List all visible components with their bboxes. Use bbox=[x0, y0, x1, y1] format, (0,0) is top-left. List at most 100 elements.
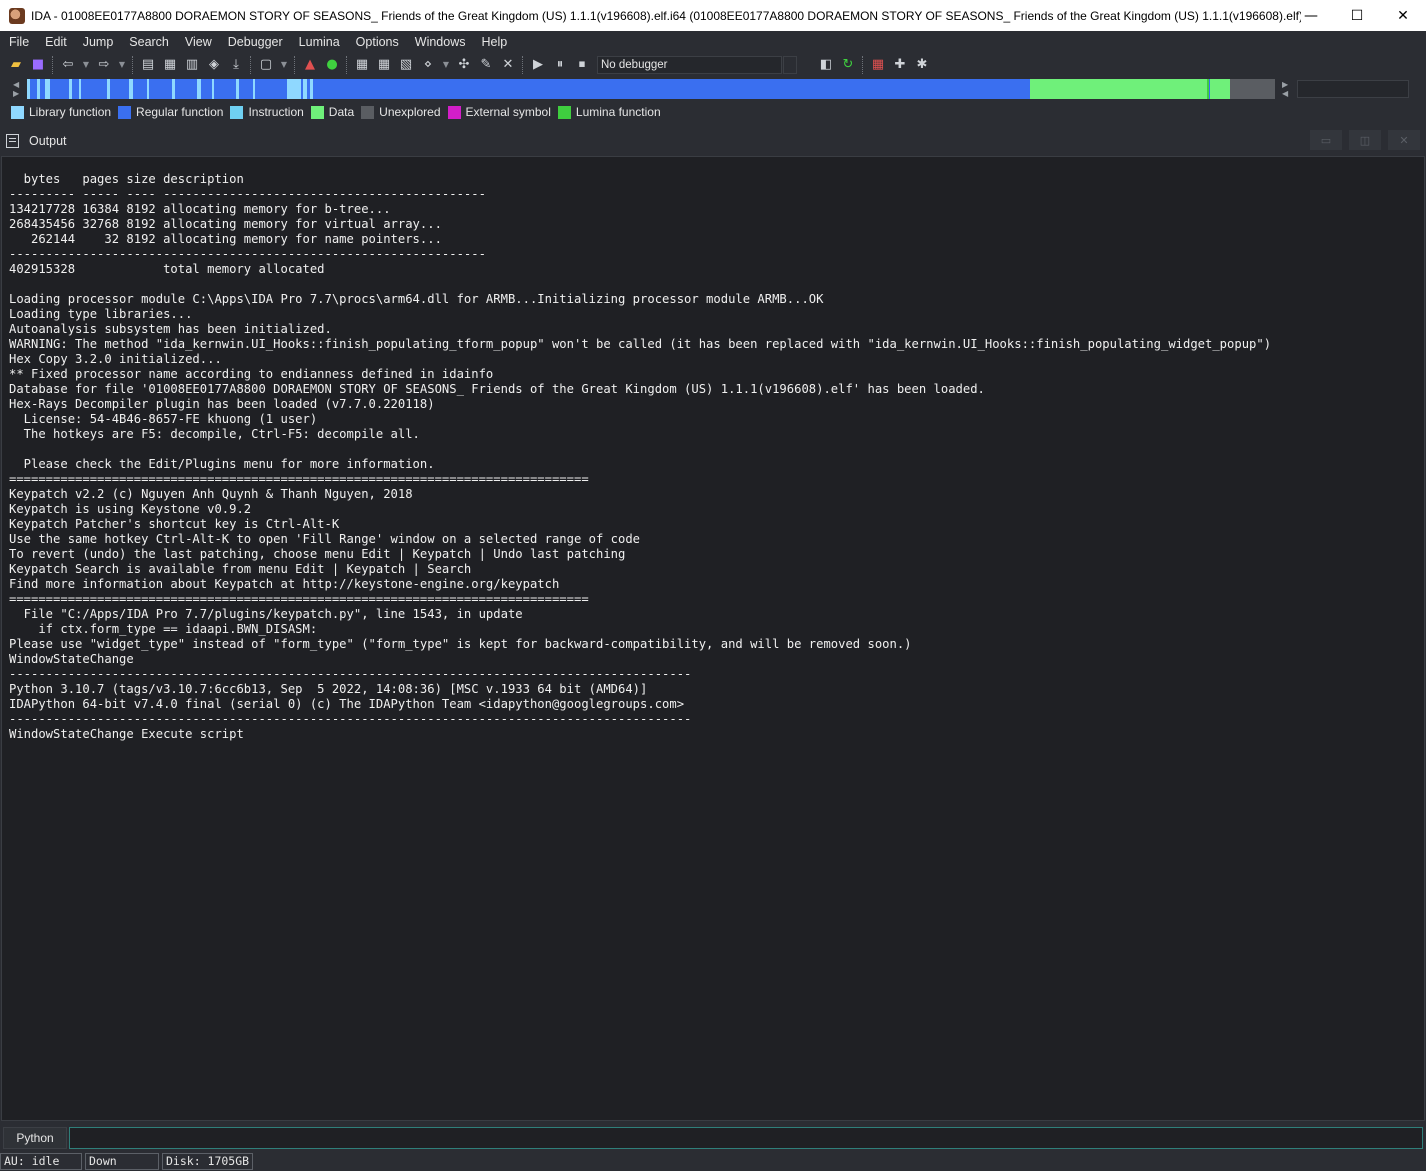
output-window-icon bbox=[6, 134, 19, 148]
structures-icon[interactable]: ▥ bbox=[183, 56, 201, 74]
menu-options[interactable]: Options bbox=[348, 35, 407, 49]
output-panel-header: Output ▭ ◫ ✕ bbox=[0, 128, 1426, 154]
toolbar: ▰ ■ ⇦ ▼ ⇨ ▼ ▤ ▦ ▥ ◈ ⤓ ▢ ▼ ▲ ● ▦ ▦ ▧ ⋄ ▼ … bbox=[0, 52, 1426, 77]
toolbar-separator bbox=[250, 55, 252, 74]
menu-lumina[interactable]: Lumina bbox=[291, 35, 348, 49]
nav-segment-data bbox=[1210, 79, 1230, 99]
nav-segment bbox=[253, 79, 255, 99]
menu-file[interactable]: File bbox=[0, 35, 37, 49]
menu-view[interactable]: View bbox=[177, 35, 220, 49]
autoanalysis-status: AU: idle bbox=[0, 1153, 82, 1170]
legend-swatch bbox=[11, 105, 24, 119]
warning-icon[interactable]: ▲ bbox=[301, 56, 319, 74]
legend-instruction: Instruction bbox=[230, 105, 304, 119]
list-icon[interactable]: ▤ bbox=[139, 56, 157, 74]
window-controls: — ☐ ✕ bbox=[1288, 0, 1426, 31]
ida-app-icon bbox=[9, 7, 25, 24]
nav-scroll-left-icon[interactable]: ◀ ▶ bbox=[13, 80, 19, 98]
cli-language-button[interactable]: Python bbox=[3, 1127, 67, 1149]
panel-close-icon[interactable]: ✕ bbox=[1388, 130, 1420, 150]
jump-down-icon[interactable]: ⤓ bbox=[227, 56, 245, 74]
attach-process-icon[interactable]: ◧ bbox=[817, 56, 835, 74]
disk-space-status: Disk: 1705GB bbox=[162, 1153, 254, 1170]
output-window[interactable]: bytes pages size description --------- -… bbox=[1, 156, 1425, 1121]
data-icon[interactable]: ▦ bbox=[375, 56, 393, 74]
debugger-select[interactable]: No debugger bbox=[597, 55, 782, 74]
save-icon[interactable]: ■ bbox=[29, 56, 47, 74]
nav-overview-box[interactable] bbox=[1297, 80, 1409, 98]
toolbar-separator bbox=[522, 55, 524, 74]
play-icon[interactable]: ▶ bbox=[529, 56, 547, 74]
toolbar-separator bbox=[52, 55, 54, 74]
legend-label: Data bbox=[328, 105, 355, 119]
legend-label: Unexplored bbox=[379, 105, 441, 119]
nav-segment bbox=[236, 79, 239, 99]
chevron-down-icon[interactable]: ▼ bbox=[116, 56, 128, 74]
chevron-down-icon[interactable]: ▼ bbox=[278, 56, 290, 74]
chevron-down-icon[interactable]: ▼ bbox=[80, 56, 92, 74]
menu-search[interactable]: Search bbox=[121, 35, 177, 49]
legend-swatch bbox=[361, 105, 375, 119]
open-folder-icon[interactable]: ▰ bbox=[7, 56, 25, 74]
legend-label: Instruction bbox=[248, 105, 304, 119]
nav-segment bbox=[310, 79, 313, 99]
text-icon[interactable]: ▢ bbox=[257, 56, 275, 74]
window-title: IDA - 01008EE0177A8800 DORAEMON STORY OF… bbox=[31, 8, 1301, 23]
search-binary-icon[interactable]: ◈ bbox=[205, 56, 223, 74]
refresh-icon[interactable]: ↻ bbox=[839, 56, 857, 74]
title-bar: IDA - 01008EE0177A8800 DORAEMON STORY OF… bbox=[0, 0, 1426, 31]
legend-data: Data bbox=[310, 105, 355, 119]
menu-debugger[interactable]: Debugger bbox=[220, 35, 291, 49]
forward-arrow-icon[interactable]: ⇨ bbox=[95, 56, 113, 74]
green-status-icon[interactable]: ● bbox=[323, 56, 341, 74]
hex-view-icon[interactable]: ▦ bbox=[161, 56, 179, 74]
toolbar-separator bbox=[294, 55, 296, 74]
navigation-band[interactable] bbox=[27, 79, 1275, 99]
nav-segment bbox=[45, 79, 50, 99]
panel-restore-icon[interactable]: ▭ bbox=[1310, 130, 1342, 150]
stop-icon[interactable]: ⏹ bbox=[573, 56, 591, 74]
legend-external-symbol: External symbol bbox=[447, 105, 551, 119]
minimize-button[interactable]: — bbox=[1288, 0, 1334, 31]
edit-function-icon[interactable]: ✎ bbox=[477, 56, 495, 74]
nav-segment bbox=[287, 79, 301, 99]
breakpoints-icon[interactable]: ▦ bbox=[869, 56, 887, 74]
debugger-dropdown-arrow[interactable] bbox=[783, 55, 797, 74]
delete-icon[interactable]: ✕ bbox=[499, 56, 517, 74]
nav-segment bbox=[212, 79, 214, 99]
menu-jump[interactable]: Jump bbox=[75, 35, 122, 49]
legend-lumina-function: Lumina function bbox=[557, 105, 661, 119]
legend-library-function: Library function bbox=[11, 105, 111, 119]
menu-windows[interactable]: Windows bbox=[407, 35, 474, 49]
string-icon[interactable]: ▧ bbox=[397, 56, 415, 74]
legend-label: Library function bbox=[29, 105, 112, 119]
nav-legend: Library function Regular function Instru… bbox=[11, 104, 668, 120]
python-command-input[interactable] bbox=[69, 1127, 1423, 1149]
nav-segment bbox=[79, 79, 81, 99]
panel-controls: ▭ ◫ ✕ bbox=[1303, 130, 1420, 150]
panel-float-icon[interactable]: ◫ bbox=[1349, 130, 1381, 150]
pause-icon[interactable]: ⏸ bbox=[551, 56, 569, 74]
nav-segment-unexplored bbox=[1230, 79, 1275, 99]
nav-segment bbox=[37, 79, 40, 99]
code-icon[interactable]: ▦ bbox=[353, 56, 371, 74]
close-button[interactable]: ✕ bbox=[1380, 0, 1426, 31]
legend-swatch bbox=[118, 105, 132, 119]
menu-help[interactable]: Help bbox=[473, 35, 515, 49]
operand-icon[interactable]: ⋄ bbox=[419, 56, 437, 74]
nav-segment bbox=[69, 79, 72, 99]
menu-edit[interactable]: Edit bbox=[37, 35, 75, 49]
function-icon[interactable]: ✣ bbox=[455, 56, 473, 74]
nav-segment bbox=[129, 79, 133, 99]
plugin-icon[interactable]: ✱ bbox=[913, 56, 931, 74]
add-breakpoint-icon[interactable]: ✚ bbox=[891, 56, 909, 74]
nav-segment bbox=[147, 79, 149, 99]
nav-segment bbox=[27, 79, 30, 99]
search-direction-status: Down bbox=[85, 1153, 159, 1170]
chevron-down-icon[interactable]: ▼ bbox=[440, 56, 452, 74]
nav-scroll-right-icon[interactable]: ▶ ◀ bbox=[1282, 80, 1288, 98]
back-arrow-icon[interactable]: ⇦ bbox=[59, 56, 77, 74]
legend-regular-function: Regular function bbox=[118, 105, 223, 119]
legend-swatch bbox=[310, 105, 324, 119]
maximize-button[interactable]: ☐ bbox=[1334, 0, 1380, 31]
